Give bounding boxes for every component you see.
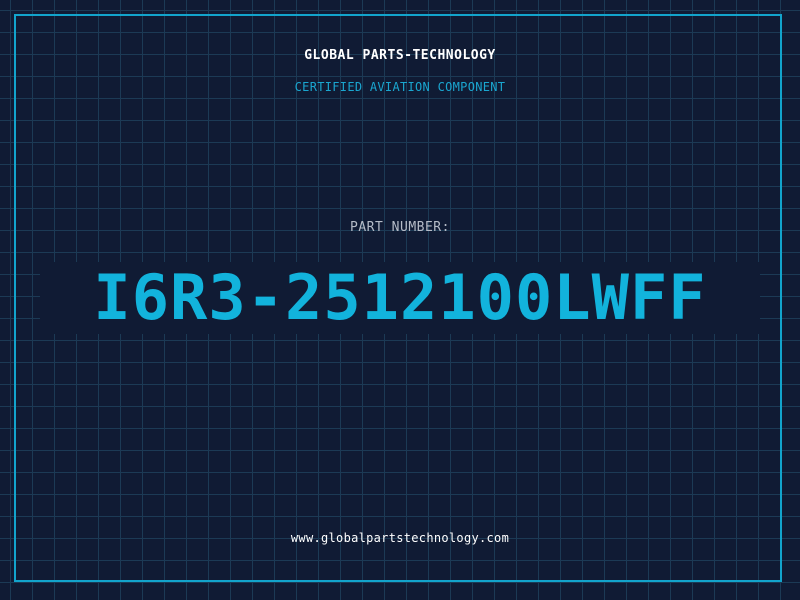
part-number-label: PART NUMBER: xyxy=(350,220,450,235)
certification-tagline: CERTIFIED AVIATION COMPONENT xyxy=(294,80,506,94)
part-number-value: I6R3-2512100LWFF xyxy=(93,261,707,334)
company-name: GLOBAL PARTS-TECHNOLOGY xyxy=(304,48,496,63)
website-url: www.globalpartstechnology.com xyxy=(290,531,510,545)
part-label-card: GLOBAL PARTS-TECHNOLOGY CERTIFIED AVIATI… xyxy=(0,0,800,600)
